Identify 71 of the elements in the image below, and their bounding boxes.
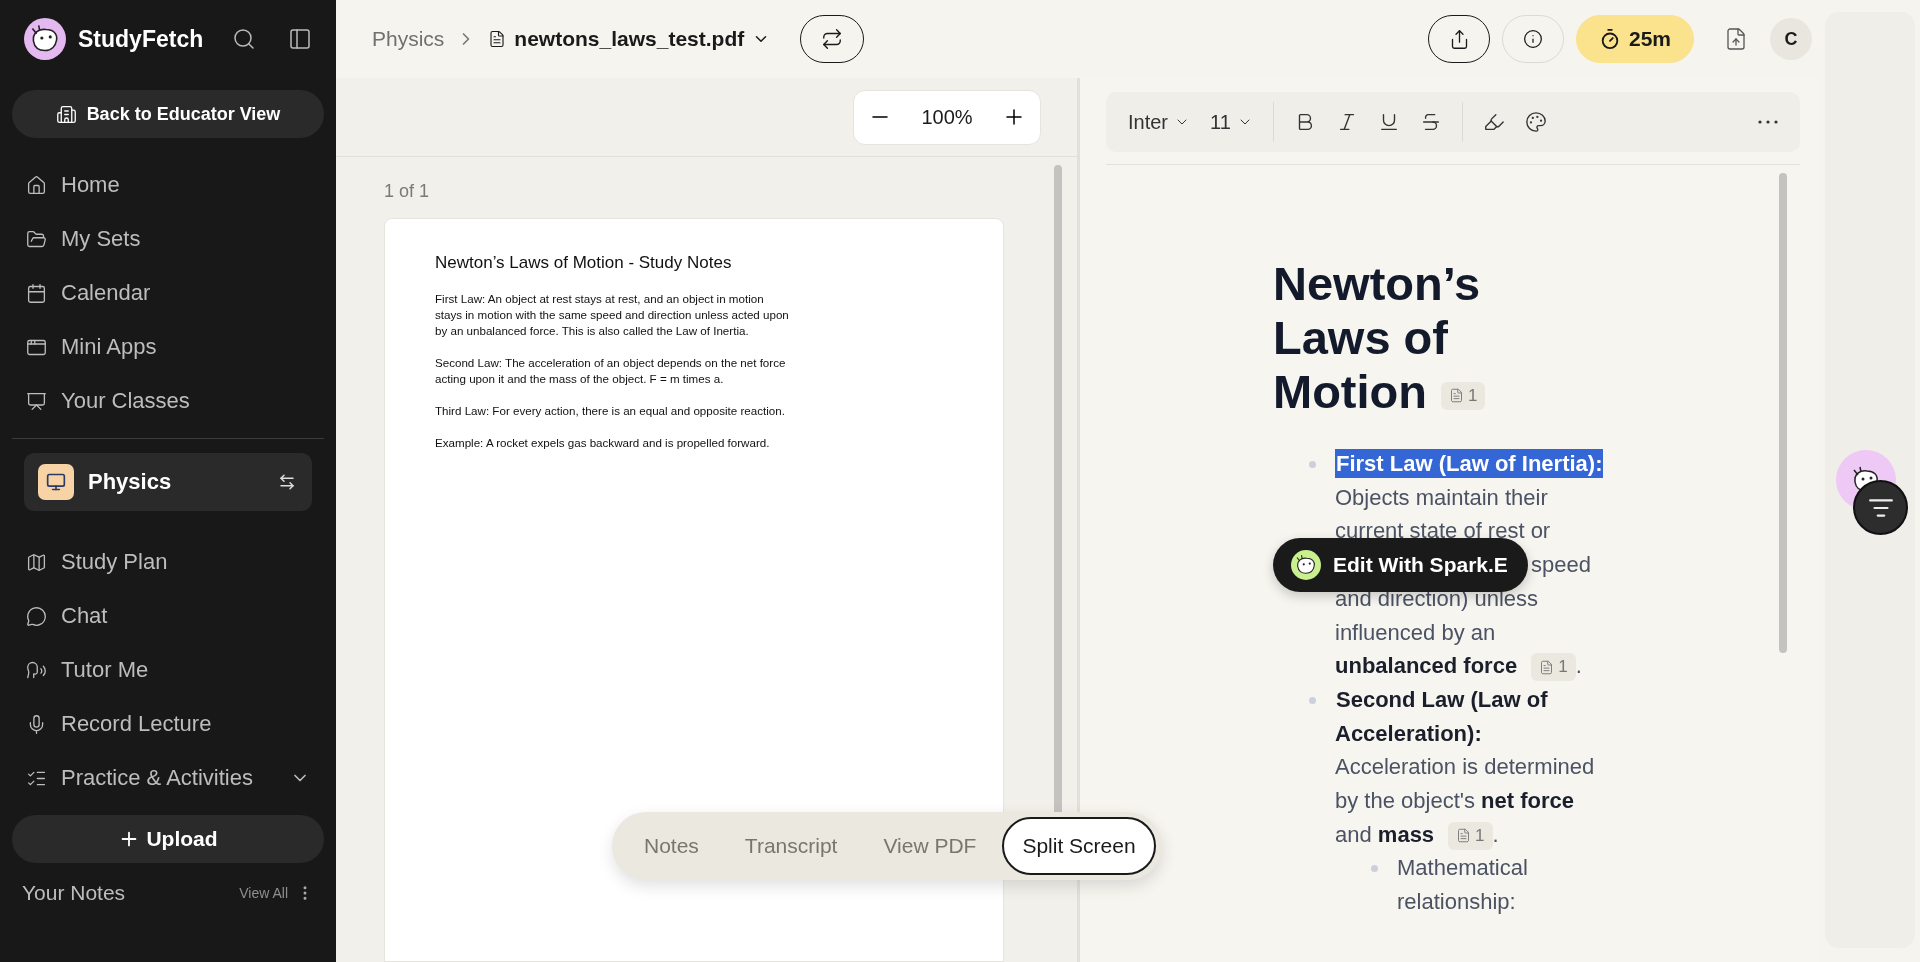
view-tab[interactable]: Notes xyxy=(624,817,719,875)
document-icon xyxy=(1449,388,1464,404)
calendar-icon xyxy=(26,282,47,304)
info-icon xyxy=(1523,29,1543,49)
building-icon xyxy=(55,103,77,125)
bullet xyxy=(1371,865,1378,873)
edit-with-spark-button[interactable]: Edit With Spark.E xyxy=(1273,538,1528,593)
page-indicator: 1 of 1 xyxy=(384,181,431,202)
nav-item[interactable]: Tutor Me xyxy=(12,643,324,697)
file-upload-icon[interactable] xyxy=(1724,27,1748,51)
class-name: Physics xyxy=(88,469,173,495)
view-all-link[interactable]: View All xyxy=(239,885,288,901)
view-tab[interactable]: Split Screen xyxy=(1002,817,1156,875)
map-icon xyxy=(26,551,47,573)
class-card[interactable]: Physics xyxy=(24,453,312,511)
search-icon[interactable] xyxy=(232,27,256,51)
note-text: Mathematical relationship: xyxy=(1397,854,1529,917)
citation-chip[interactable]: 1 xyxy=(1448,821,1493,850)
timer-icon xyxy=(1599,28,1621,50)
brand-name: StudyFetch xyxy=(78,25,205,53)
presentation-icon xyxy=(26,390,47,412)
nav-item[interactable]: Your Classes xyxy=(12,374,324,428)
font-dropdown[interactable]: Inter xyxy=(1128,110,1191,134)
user-avatar[interactable]: C xyxy=(1770,18,1812,60)
section-title: Your Notes xyxy=(22,881,127,905)
nav-item[interactable]: Study Plan xyxy=(12,535,324,589)
chat-icon xyxy=(26,605,47,627)
speaking-person-icon xyxy=(26,659,47,681)
note-text: speed xyxy=(1531,552,1591,578)
breadcrumb-link[interactable]: Physics xyxy=(372,27,445,51)
bullet xyxy=(1309,696,1316,704)
citation-chip[interactable]: 1 xyxy=(1531,653,1576,682)
class-icon xyxy=(38,464,74,500)
nav-item[interactable]: Calendar xyxy=(12,266,324,320)
document-paragraph: Example: A rocket expels gas backward and is propelled forward. xyxy=(435,435,771,451)
timer-button[interactable]: 25m xyxy=(1576,15,1694,63)
notes-title: Newton’s Laws of Motion 1 xyxy=(1273,257,1563,419)
repeat-icon xyxy=(821,28,844,50)
document-paragraph: Third Law: For every action, there is an equal and opposite reaction. xyxy=(435,403,786,419)
nav-item[interactable]: Home xyxy=(12,158,324,212)
document-icon xyxy=(1539,659,1555,675)
pdf-file-icon xyxy=(488,30,507,48)
citation-chip[interactable]: 1 xyxy=(1441,381,1486,410)
mascot-icon xyxy=(1291,550,1321,581)
file-name-dropdown[interactable]: newtons_laws_test.pdf xyxy=(488,27,771,51)
home-icon xyxy=(26,174,47,196)
document-paragraph: Second Law: The acceleration of an object depends on the net force acting upon it and the mass of the object. F = m times a. xyxy=(435,355,787,387)
nav-item[interactable]: Chat xyxy=(12,589,324,643)
bullet xyxy=(1309,461,1316,468)
nav-group[interactable]: Practice & Activities xyxy=(12,751,324,805)
view-tab[interactable]: Transcript xyxy=(724,817,858,875)
document-title: Newton’s Laws of Motion - Study Notes xyxy=(435,253,733,273)
document-paragraph: First Law: An object at rest stays at rest, and an object in motion stays in motion with the same speed and direction unless acted upon by an unbalanced force. This is also called the Law of Inertia. xyxy=(435,291,790,339)
highlighter-button[interactable] xyxy=(1482,111,1505,133)
more-button[interactable] xyxy=(1758,120,1778,124)
nav-item[interactable]: Mini Apps xyxy=(12,320,324,374)
more-icon xyxy=(1758,120,1778,124)
palette-button[interactable] xyxy=(1524,111,1547,133)
nav-item[interactable]: My Sets xyxy=(12,212,324,266)
switch-icon[interactable] xyxy=(278,473,296,491)
upload-button[interactable]: Upload xyxy=(12,815,324,863)
note-text: Second Law (Law of Acceleration): Acceleration is determined by the object's net force and mass 1 . xyxy=(1335,682,1608,852)
zoom-level: 100% xyxy=(921,105,973,129)
sidebar-toggle-icon[interactable] xyxy=(288,27,312,51)
back-to-educator-button[interactable]: Back to Educator View xyxy=(12,90,324,138)
logo-icon xyxy=(24,18,66,60)
nav-item[interactable]: Record Lecture xyxy=(12,697,324,751)
document-icon xyxy=(1456,828,1472,844)
folder-icon xyxy=(26,228,47,250)
font-size-dropdown[interactable]: 11 xyxy=(1210,110,1253,134)
view-tab[interactable]: View PDF xyxy=(863,817,997,875)
